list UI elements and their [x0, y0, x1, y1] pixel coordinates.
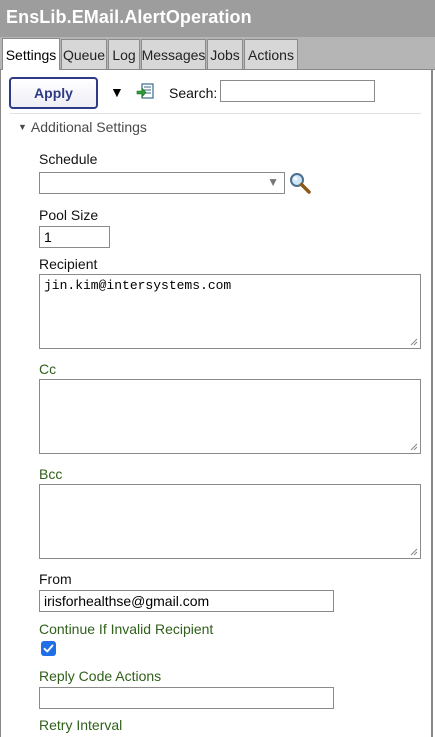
- schedule-label: Schedule: [39, 151, 98, 167]
- checkmark-icon: [43, 644, 54, 653]
- reply-code-actions-input[interactable]: [39, 687, 334, 709]
- retry-interval-label: Retry Interval: [39, 717, 123, 733]
- tab-settings[interactable]: Settings: [2, 38, 60, 70]
- tab-messages[interactable]: Messages: [141, 39, 206, 69]
- bcc-label: Bcc: [39, 466, 63, 482]
- export-icon[interactable]: [136, 82, 156, 102]
- triangle-down-icon[interactable]: ▼: [110, 84, 124, 100]
- resize-grip-icon[interactable]: [410, 548, 418, 556]
- recipient-textarea[interactable]: jin.kim@intersystems.com: [39, 274, 421, 349]
- caret-down-icon: ▼: [18, 122, 27, 132]
- title-bar: EnsLib.EMail.AlertOperation: [0, 0, 435, 37]
- tab-queue[interactable]: Queue: [61, 39, 107, 69]
- cc-label: Cc: [39, 361, 57, 377]
- schedule-select[interactable]: ▼: [39, 172, 285, 194]
- pool-size-input[interactable]: 1: [39, 226, 110, 248]
- magnifier-icon[interactable]: [288, 171, 312, 195]
- apply-button[interactable]: Apply: [9, 77, 98, 109]
- divider: [10, 113, 421, 114]
- page-title: EnsLib.EMail.AlertOperation: [6, 7, 252, 27]
- continue-if-invalid-label: Continue If Invalid Recipient: [39, 621, 214, 637]
- bcc-textarea[interactable]: [39, 484, 421, 559]
- cc-textarea[interactable]: [39, 379, 421, 454]
- tab-actions[interactable]: Actions: [244, 39, 298, 69]
- resize-grip-icon[interactable]: [410, 443, 418, 451]
- tab-strip: Settings Queue Log Messages Jobs Actions: [0, 37, 435, 70]
- operation-settings-panel: EnsLib.EMail.AlertOperation Settings Que…: [0, 0, 435, 737]
- recipient-value: jin.kim@intersystems.com: [44, 278, 232, 293]
- tab-log[interactable]: Log: [108, 39, 140, 69]
- tab-jobs[interactable]: Jobs: [207, 39, 243, 69]
- from-input[interactable]: irisforhealthse@gmail.com: [39, 590, 334, 612]
- pool-size-label: Pool Size: [39, 207, 99, 223]
- recipient-label: Recipient: [39, 256, 98, 272]
- section-label: Additional Settings: [30, 119, 147, 135]
- reply-code-actions-label: Reply Code Actions: [39, 668, 162, 684]
- continue-if-invalid-checkbox[interactable]: [41, 641, 56, 656]
- from-label: From: [39, 571, 72, 587]
- resize-grip-icon[interactable]: [410, 338, 418, 346]
- search-label: Search:: [169, 85, 218, 101]
- chevron-down-icon: ▼: [267, 175, 279, 189]
- additional-settings-toggle[interactable]: ▼ Additional Settings: [18, 119, 147, 135]
- search-input[interactable]: [220, 80, 375, 102]
